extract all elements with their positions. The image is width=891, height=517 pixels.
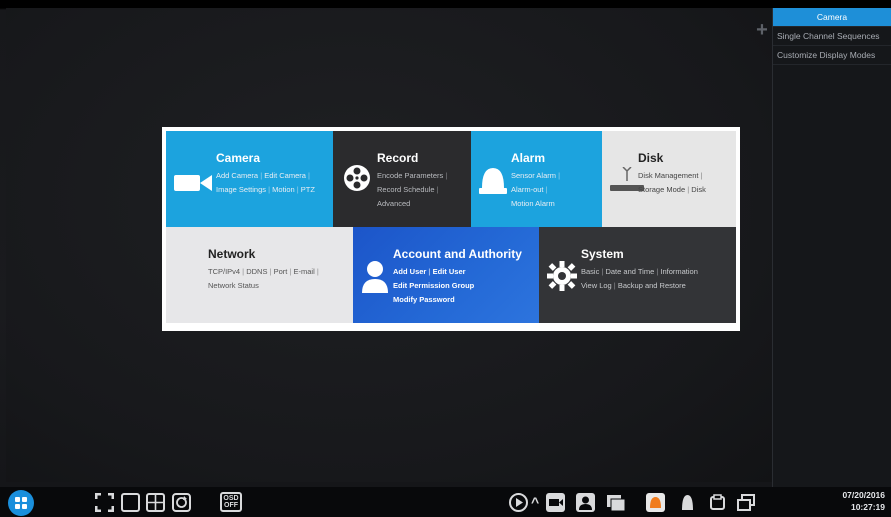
camera-icon (174, 175, 212, 191)
menu-tile-system[interactable]: System Basic | Date and Time | Informati… (539, 227, 736, 323)
alarm-siren-icon (479, 168, 507, 194)
record-icon (607, 495, 626, 512)
camera-title: Camera (216, 151, 261, 165)
network-links: TCP/IPv4 | DDNS | Port | E-mail | Networ… (208, 267, 319, 290)
link-motion-alarm[interactable]: Motion Alarm (511, 199, 555, 208)
link-add-camera[interactable]: Add Camera (216, 171, 258, 180)
disk-links: Disk Management | Storage Mode | Disk (638, 171, 706, 194)
clock: 07/20/2016 10:27:19 (805, 489, 885, 513)
menu-tile-camera[interactable]: Camera Add Camera | Edit Camera | Image … (166, 131, 333, 227)
link-alarm-out[interactable]: Alarm-out (511, 185, 544, 194)
link-tcp-ipv4[interactable]: TCP/IPv4 (208, 267, 240, 276)
ptz-camera-icon (549, 499, 563, 506)
alert-icon (682, 495, 693, 510)
system-title: System (581, 247, 624, 261)
alarm-icon (650, 497, 661, 508)
link-date-and-time[interactable]: Date and Time (605, 267, 654, 276)
menu-tile-disk[interactable]: Disk Disk Management | Storage Mode | Di… (602, 131, 736, 227)
windows-button[interactable] (737, 493, 756, 512)
menu-tile-network[interactable]: Network TCP/IPv4 | DDNS | Port | E-mail … (166, 227, 353, 323)
person-icon (579, 496, 592, 510)
link-storage-mode[interactable]: Storage Mode (638, 185, 685, 194)
right-panel: Camera Single Channel Sequences Customiz… (772, 8, 891, 487)
osd-label: OSD (223, 495, 239, 502)
account-links: Add User | Edit User Edit Permission Gro… (393, 267, 475, 304)
quad-grid-icon (148, 495, 163, 510)
menu-tile-alarm[interactable]: Alarm Sensor Alarm | Alarm-out | Motion … (471, 131, 602, 227)
alarm-links: Sensor Alarm | Alarm-out | Motion Alarm (511, 171, 561, 208)
menu-tile-account[interactable]: Account and Authority Add User | Edit Us… (353, 227, 539, 323)
play-icon (516, 498, 523, 507)
link-port[interactable]: Port (274, 267, 288, 276)
sequence-button[interactable] (172, 493, 191, 512)
link-record-schedule[interactable]: Record Schedule (377, 185, 435, 194)
link-basic[interactable]: Basic (581, 267, 599, 276)
link-motion[interactable]: Motion (272, 185, 295, 194)
link-modify-password[interactable]: Modify Password (393, 295, 455, 304)
record-button[interactable] (606, 493, 626, 512)
link-edit-user[interactable]: Edit User (433, 267, 466, 276)
link-encode-parameters[interactable]: Encode Parameters (377, 171, 443, 180)
taskbar: OSD OFF ^ 07/20/2016 10:27:19 (0, 487, 891, 517)
link-disk[interactable]: Disk (691, 185, 706, 194)
link-sensor-alarm[interactable]: Sensor Alarm (511, 171, 556, 180)
gear-icon (547, 261, 577, 291)
alarm-title: Alarm (511, 151, 546, 165)
link-advanced[interactable]: Advanced (377, 199, 410, 208)
link-network-status[interactable]: Network Status (208, 281, 259, 290)
camera-links: Add Camera | Edit Camera | Image Setting… (216, 171, 315, 194)
start-menu-button[interactable] (8, 490, 34, 516)
link-ddns[interactable]: DDNS (246, 267, 267, 276)
panel-item-camera[interactable]: Camera (773, 8, 891, 27)
link-backup-and-restore[interactable]: Backup and Restore (618, 281, 686, 290)
fullscreen-icon (94, 492, 115, 513)
refresh-icon (176, 496, 187, 508)
system-links: Basic | Date and Time | Information View… (581, 267, 698, 290)
user-icon (362, 261, 388, 293)
chevron-up-icon[interactable]: ^ (531, 494, 539, 510)
network-title: Network (208, 247, 256, 261)
link-information[interactable]: Information (660, 267, 698, 276)
main-menu: Camera Add Camera | Edit Camera | Image … (162, 127, 740, 331)
link-disk-management[interactable]: Disk Management (638, 171, 698, 180)
dvr-screen: + 1 Camera Single Channel Sequences Cust… (0, 0, 891, 517)
windows-icon (737, 494, 755, 511)
quad-view-button[interactable] (146, 493, 165, 512)
osd-toggle-button[interactable]: OSD OFF (220, 492, 242, 512)
manual-alarm-button[interactable] (646, 493, 665, 512)
link-edit-camera[interactable]: Edit Camera (264, 171, 306, 180)
snapshot-button[interactable] (576, 493, 595, 512)
record-links: Encode Parameters | Record Schedule | Ad… (377, 171, 448, 208)
osd-state: OFF (224, 502, 238, 509)
grid-icon (15, 497, 27, 509)
backup-button[interactable] (708, 493, 727, 512)
link-email[interactable]: E-mail (294, 267, 315, 276)
link-view-log[interactable]: View Log (581, 281, 612, 290)
usb-icon (710, 494, 725, 510)
fullscreen-button[interactable] (94, 492, 115, 513)
link-ptz[interactable]: PTZ (301, 185, 315, 194)
ptz-button[interactable] (546, 493, 565, 512)
panel-item-customize-display-modes[interactable]: Customize Display Modes (773, 46, 891, 65)
disk-button[interactable] (678, 493, 697, 512)
single-view-button[interactable] (121, 493, 140, 512)
film-reel-icon (344, 165, 370, 191)
time-label: 10:27:19 (850, 502, 885, 512)
record-title: Record (377, 151, 419, 165)
link-add-user[interactable]: Add User (393, 267, 426, 276)
menu-tile-record[interactable]: Record Encode Parameters | Record Schedu… (333, 131, 471, 227)
link-image-settings[interactable]: Image Settings (216, 185, 266, 194)
date-label: 07/20/2016 (842, 490, 885, 500)
account-title: Account and Authority (393, 247, 522, 261)
add-icon[interactable]: + (754, 20, 770, 40)
panel-item-single-channel-sequences[interactable]: Single Channel Sequences (773, 27, 891, 46)
playback-button[interactable] (509, 493, 528, 512)
link-edit-permission-group[interactable]: Edit Permission Group (393, 281, 474, 290)
disk-title: Disk (638, 151, 664, 165)
